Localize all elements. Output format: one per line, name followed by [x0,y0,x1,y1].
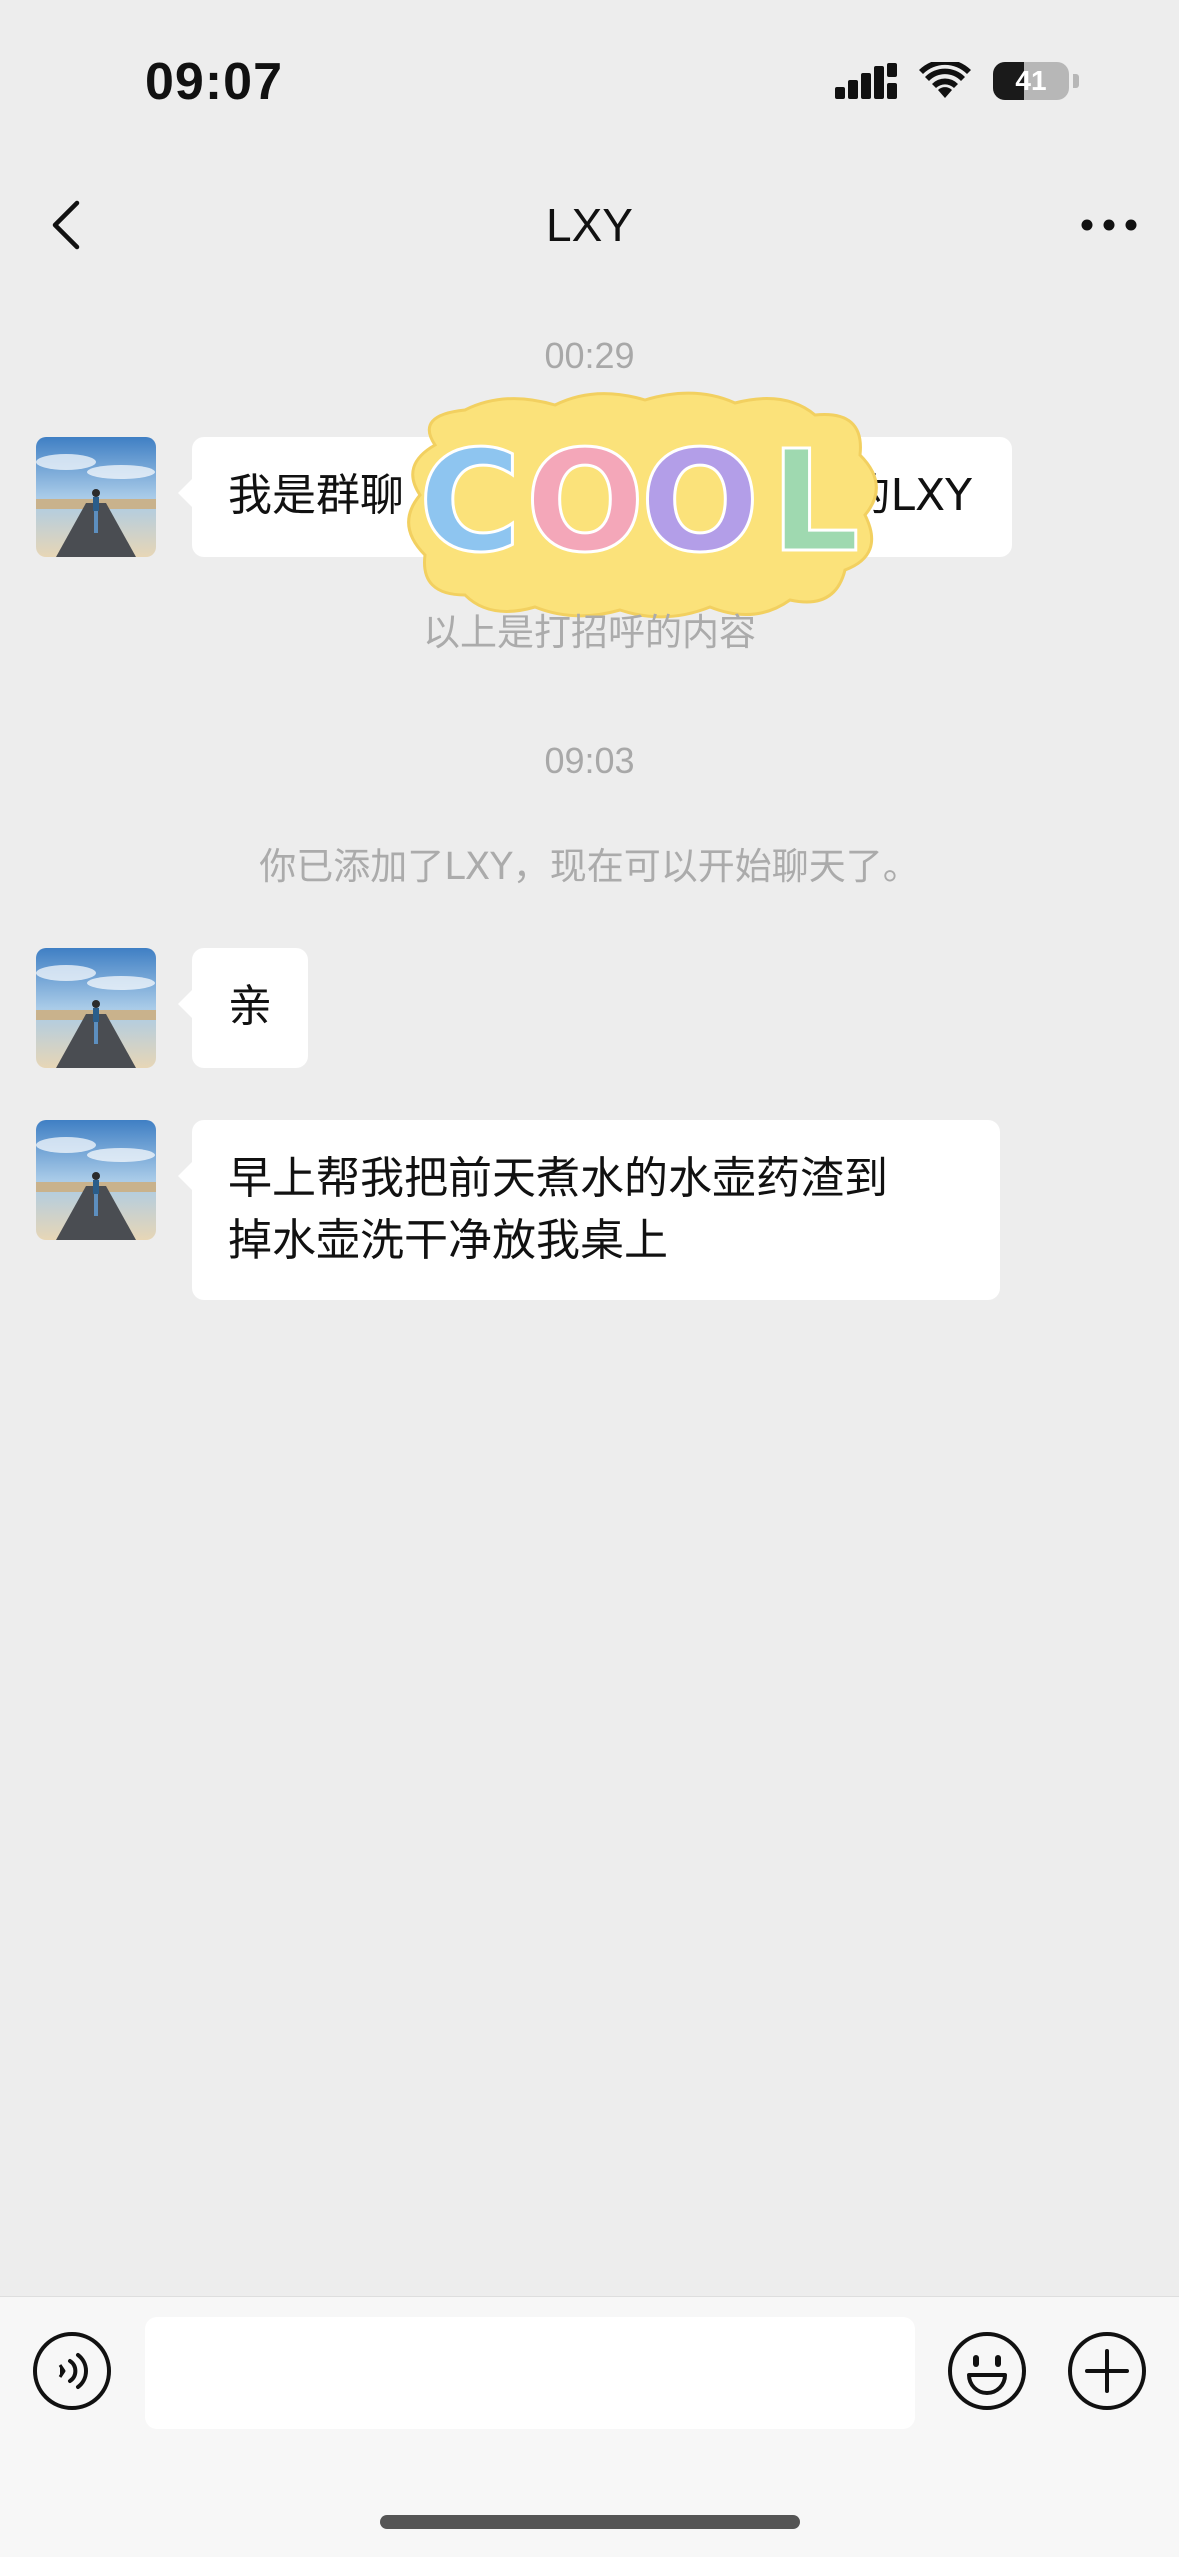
wifi-icon [919,62,971,98]
status-time: 09:07 [145,53,283,111]
emoji-icon[interactable] [947,2331,1027,2411]
message-text-line: 早上帮我把前天煮水的水壶药渣到 [228,1153,888,1204]
message-text-line: 掉水壶洗干净放我桌上 [228,1215,668,1266]
chat-title: LXY [546,199,633,251]
timestamp: 00:29 [544,335,635,376]
status-bar: 09:07 41 [0,0,1179,160]
chat-area[interactable]: 00:29 我是群聊 的LXY COOL 以上是打招呼的内容 09:03 你已添… [0,290,1179,2290]
greeting-footer: 以上是打招呼的内容 [423,611,756,654]
timestamp: 09:03 [544,740,635,781]
battery-level: 41 [1015,65,1047,96]
message-bubble[interactable]: 早上帮我把前天煮水的水壶药渣到 掉水壶洗干净放我桌上 [178,1120,1000,1300]
avatar-image [36,437,156,557]
more-button[interactable] [1069,195,1149,255]
avatar-image [36,948,156,1068]
battery-cap [1073,74,1079,88]
home-indicator[interactable] [380,2515,800,2529]
message-bubble[interactable]: 亲 [178,948,308,1068]
avatar[interactable] [36,1120,156,1240]
avatar[interactable] [36,437,156,557]
avatar[interactable] [36,948,156,1068]
avatar-image [36,1120,156,1240]
sticker-letter: L [770,421,859,584]
cellular-signal-icon [835,63,897,99]
nav-bar: LXY [0,160,1179,290]
sticker-letter: C [419,421,522,584]
sticker-letter: O [525,421,644,584]
cool-sticker[interactable]: C OO L [395,385,890,625]
added-notice: 你已添加了LXY，现在可以开始聊天了。 [259,845,920,888]
sticker-letter: O [640,421,759,584]
sticker-letters: C OO L [417,420,861,586]
message-input[interactable] [145,2317,915,2429]
message-text: 亲 [228,981,272,1032]
battery-icon: 41 [993,62,1069,100]
status-icons: 41 [835,62,1079,100]
voice-icon[interactable] [32,2331,112,2411]
more-dots-icon [1081,219,1137,231]
plus-icon[interactable] [1067,2331,1147,2411]
message-text-left: 我是群聊 [228,470,404,521]
